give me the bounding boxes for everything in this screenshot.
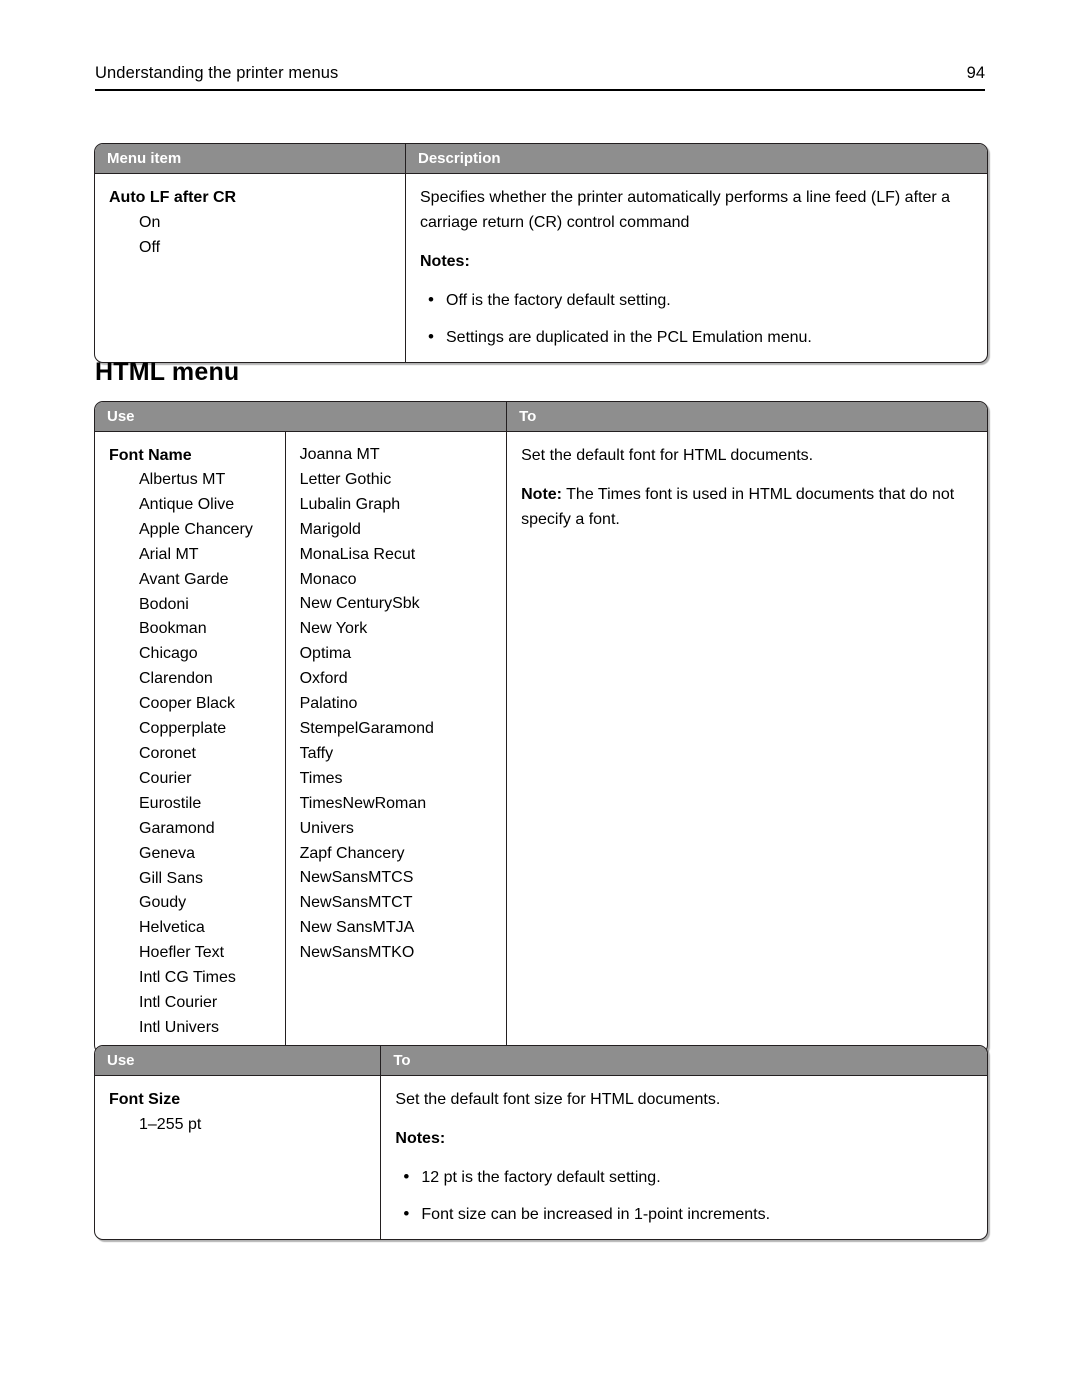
font-name-entry: Avant Garde bbox=[139, 570, 229, 588]
font-name-entry: Hoefler Text bbox=[139, 944, 225, 962]
column-header-description: Description bbox=[405, 144, 987, 173]
font-name-entry: Eurostile bbox=[139, 794, 202, 812]
font-name-entry: Copperplate bbox=[139, 720, 227, 738]
font-name-entry: Bodoni bbox=[139, 595, 189, 613]
font-name-entry: Times bbox=[299, 769, 343, 787]
font-name-entry: Garamond bbox=[139, 819, 215, 837]
menu-option-off: Off bbox=[139, 239, 161, 256]
font-name-entry: Oxford bbox=[299, 670, 348, 688]
font-name-entry: Lubalin Graph bbox=[299, 495, 401, 513]
notes-list: 12 pt is the factory default setting. Fo… bbox=[395, 1164, 973, 1227]
font-name-entry: Helvetica bbox=[139, 919, 205, 937]
cell-font-size-description: Set the default font size for HTML docum… bbox=[380, 1076, 987, 1239]
cell-description: Specifies whether the printer automatica… bbox=[405, 174, 987, 362]
cell-font-name-column-1: Font Name Albertus MT Antique Olive Apple … bbox=[95, 432, 285, 1053]
font-name-entry: Zapf Chancery bbox=[299, 844, 405, 862]
font-name-entry: Cooper Black bbox=[139, 695, 236, 713]
font-name-entry: Albertus MT bbox=[139, 471, 226, 488]
table-header-row: Use To bbox=[95, 402, 987, 432]
column-header-use: Use bbox=[107, 1052, 135, 1069]
page-number: 94 bbox=[966, 64, 985, 82]
column-header-use: Use bbox=[107, 408, 135, 425]
font-name-entry: Arial MT bbox=[139, 545, 199, 563]
table-auto-lf-after-cr: Menu item Description Auto LF after CR O… bbox=[94, 143, 988, 363]
font-name-entry: Marigold bbox=[299, 520, 361, 538]
table-header-row: Menu item Description bbox=[95, 144, 987, 174]
column-header-menu-item: Menu item bbox=[107, 150, 182, 167]
font-name-entry: Joanna MT bbox=[299, 446, 380, 463]
font-name-entry: Palatino bbox=[299, 695, 358, 713]
to-paragraph: Set the default font for HTML documents. bbox=[521, 447, 814, 464]
notes-list: Off is the factory default setting. Sett… bbox=[420, 287, 973, 350]
font-name-entry: NewSansMTCT bbox=[299, 894, 413, 912]
font-name-entry: Letter Gothic bbox=[299, 470, 392, 488]
font-name-entry: NewSansMTKO bbox=[299, 944, 415, 962]
document-page: Understanding the printer menus 94 Menu … bbox=[0, 0, 1080, 1397]
section-heading-html-menu: HTML menu bbox=[95, 358, 240, 386]
font-name-list-1: Albertus MT Antique Olive Apple Chancery Ar… bbox=[109, 468, 271, 1041]
font-name-entry: Intl Univers bbox=[139, 1018, 220, 1036]
column-header-to: To bbox=[380, 1046, 987, 1075]
note-item: Settings are duplicated in the PCL Emula… bbox=[420, 324, 973, 350]
description-paragraph: Set the default font size for HTML docum… bbox=[395, 1091, 721, 1108]
cell-menu-item: Auto LF after CR On Off bbox=[95, 174, 405, 362]
table-font-size: Use To Font Size 1–255 pt Set the defaul… bbox=[94, 1045, 988, 1240]
table-row: Font Name Albertus MT Antique Olive Apple … bbox=[95, 432, 987, 1053]
page-running-header: Understanding the printer menus 94 bbox=[95, 64, 985, 91]
font-name-entry: NewSansMTCS bbox=[299, 869, 414, 887]
table-font-name: Use To Font Name Albertus MT Antique Oliv… bbox=[94, 401, 988, 1054]
font-name-entry: Goudy bbox=[139, 894, 187, 912]
font-name-entry: Intl Courier bbox=[139, 994, 218, 1012]
font-name-list-2: Joanna MT Letter Gothic Lubalin Graph Marig… bbox=[300, 443, 493, 966]
font-name-entry: Antique Olive bbox=[139, 495, 235, 513]
font-name-entry: TimesNewRoman bbox=[299, 794, 427, 812]
font-name-entry: Apple Chancery bbox=[139, 520, 253, 538]
font-name-entry: New SansMTJA bbox=[299, 919, 415, 937]
notes-label: Notes: bbox=[420, 253, 470, 270]
table-row: Auto LF after CR On Off Specifies whethe… bbox=[95, 174, 987, 362]
font-name-entry: New York bbox=[299, 620, 368, 638]
notes-label: Notes: bbox=[395, 1130, 446, 1147]
page-header-title: Understanding the printer menus bbox=[95, 64, 339, 82]
font-size-range: 1–255 pt bbox=[139, 1116, 202, 1133]
menu-option-on: On bbox=[139, 214, 161, 231]
cell-to-description: Set the default font for HTML documents.… bbox=[506, 432, 987, 1053]
font-name-entry: Intl CG Times bbox=[139, 969, 236, 987]
to-note: Note: The Times font is used in HTML doc… bbox=[521, 482, 973, 532]
font-name-entry: Gill Sans bbox=[139, 869, 204, 887]
font-name-entry: Courier bbox=[139, 769, 192, 787]
font-name-entry: Univers bbox=[299, 819, 354, 837]
font-name-entry: Monaco bbox=[299, 570, 357, 588]
font-name-entry: Bookman bbox=[139, 620, 207, 638]
font-name-entry: Coronet bbox=[139, 744, 196, 762]
font-name-entry: Clarendon bbox=[139, 670, 213, 688]
description-paragraph: Specifies whether the printer automatica… bbox=[420, 189, 951, 231]
cell-font-size-use: Font Size 1–255 pt bbox=[95, 1076, 380, 1239]
font-name-title: Font Name bbox=[109, 447, 192, 464]
note-label: Note: bbox=[521, 486, 562, 503]
column-header-to: To bbox=[506, 402, 987, 431]
font-name-entry: StempelGaramond bbox=[299, 719, 434, 737]
font-name-entry: MonaLisa Recut bbox=[299, 545, 416, 563]
font-name-entry: Optima bbox=[299, 645, 352, 663]
font-name-entry: Geneva bbox=[139, 844, 196, 862]
note-item: 12 pt is the factory default setting. bbox=[395, 1164, 973, 1190]
table-header-row: Use To bbox=[95, 1046, 987, 1076]
note-text: The Times font is used in HTML documents… bbox=[521, 486, 955, 528]
font-name-entry: New CenturySbk bbox=[299, 595, 420, 613]
table-row: Font Size 1–255 pt Set the default font … bbox=[95, 1076, 987, 1239]
note-item: Font size can be increased in 1-point in… bbox=[395, 1201, 973, 1227]
font-size-title: Font Size bbox=[109, 1091, 181, 1108]
note-item: Off is the factory default setting. bbox=[420, 287, 973, 313]
menu-item-title: Auto LF after CR bbox=[109, 189, 237, 206]
font-name-entry: Taffy bbox=[299, 744, 334, 762]
cell-font-name-column-2: Joanna MT Letter Gothic Lubalin Graph Marig… bbox=[284, 432, 507, 1053]
font-name-entry: Chicago bbox=[139, 645, 198, 663]
